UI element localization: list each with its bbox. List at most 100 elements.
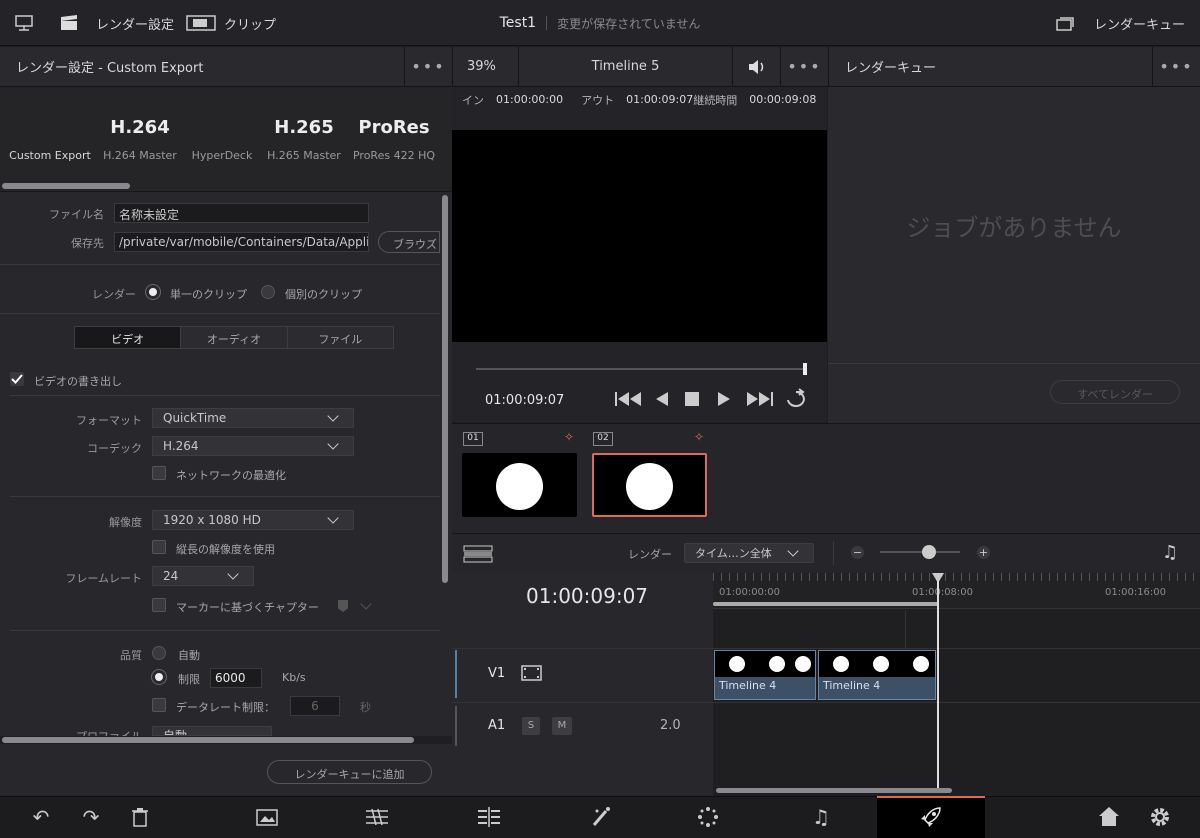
- tab-audio[interactable]: オーディオ: [180, 327, 287, 348]
- cut-page-icon[interactable]: [364, 807, 390, 827]
- skip-to-end-icon[interactable]: [744, 390, 774, 408]
- tab-file[interactable]: ファイル: [286, 327, 393, 348]
- clip-label: クリップ: [224, 17, 277, 33]
- loop-icon[interactable]: [784, 388, 810, 410]
- stop-icon[interactable]: [684, 391, 700, 407]
- location-input[interactable]: /private/var/mobile/Containers/Data/Appl…: [114, 232, 369, 252]
- undo-icon[interactable]: ↶: [24, 796, 58, 838]
- edit-page-icon[interactable]: [476, 806, 502, 828]
- home-icon[interactable]: [1097, 805, 1121, 827]
- timeline-render-label: レンダー: [628, 548, 672, 561]
- rocket-icon[interactable]: [918, 804, 944, 830]
- clip-thumbnail-01[interactable]: [462, 453, 577, 517]
- render-settings-header: レンダー設定 - Custom Export: [0, 47, 404, 87]
- resolution-dropdown[interactable]: 1920 x 1080 HD: [152, 510, 354, 530]
- datarate-input[interactable]: 6: [290, 696, 340, 716]
- color-page-icon[interactable]: [696, 805, 720, 829]
- single-clip-radio[interactable]: [146, 285, 160, 299]
- viewer-menu-button[interactable]: •••: [780, 47, 828, 87]
- browse-button[interactable]: ブラウズ: [378, 231, 440, 253]
- timeline-clip-1[interactable]: Timeline 4: [714, 650, 816, 700]
- track-a1-label: A1: [488, 718, 506, 733]
- render-range-dropdown[interactable]: タイム…ン全体: [684, 543, 814, 563]
- zoom-in-icon[interactable]: +: [977, 546, 990, 559]
- preset-h265[interactable]: H.265 H.265 Master: [264, 87, 344, 162]
- profile-dropdown[interactable]: 自動: [152, 726, 272, 736]
- settings-horizontal-scrollbar[interactable]: [2, 737, 414, 743]
- out-timecode: 01:00:09:07: [626, 93, 694, 106]
- sparkle-icon: ✧: [694, 430, 705, 444]
- codec-label: コーデック: [87, 442, 142, 455]
- individual-clips-label: 個別のクリップ: [285, 288, 362, 301]
- playhead-line: [937, 580, 939, 788]
- play-reverse-icon[interactable]: [654, 390, 670, 408]
- checkmark-icon: [11, 374, 23, 384]
- skip-to-start-icon[interactable]: [614, 390, 644, 408]
- timeline-horizontal-scrollbar[interactable]: [716, 788, 952, 793]
- datarate-unit: 秒: [360, 701, 371, 714]
- chapters-checkbox[interactable]: [152, 598, 166, 612]
- quality-auto-radio[interactable]: [152, 646, 166, 660]
- format-dropdown[interactable]: QuickTime: [152, 408, 354, 428]
- preset-prores[interactable]: ProRes ProRes 422 HQ: [352, 87, 436, 162]
- clip-thumbnail-02[interactable]: [592, 453, 707, 517]
- datarate-limit-checkbox[interactable]: [152, 698, 166, 712]
- framerate-label: フレームレート: [65, 572, 142, 585]
- scrubber-track[interactable]: [476, 368, 806, 370]
- zoom-slider-thumb[interactable]: [922, 545, 936, 559]
- add-to-render-queue-button[interactable]: レンダーキューに追加: [267, 760, 432, 784]
- bitrate-unit: Kb/s: [282, 671, 306, 684]
- zoom-slider[interactable]: [880, 551, 960, 553]
- film-icon[interactable]: [521, 665, 542, 681]
- music-note-icon[interactable]: ♫: [1162, 542, 1178, 563]
- timeline-clip-2[interactable]: Timeline 4: [818, 650, 936, 700]
- preset-scrollbar[interactable]: [2, 183, 130, 189]
- play-icon[interactable]: [716, 390, 732, 408]
- preset-custom-export[interactable]: Custom Export: [6, 87, 94, 162]
- viewer-layout-button[interactable]: [14, 0, 34, 46]
- bitrate-input[interactable]: 6000: [210, 668, 262, 688]
- vertical-resolution-checkbox[interactable]: [152, 540, 166, 554]
- fairlight-page-icon[interactable]: ♫: [804, 796, 838, 838]
- solo-button[interactable]: S: [522, 717, 540, 735]
- datarate-limit-label: データレート制限：: [176, 701, 275, 714]
- framerate-dropdown[interactable]: 24: [152, 566, 254, 586]
- scrubber-playhead[interactable]: [803, 363, 807, 375]
- network-optimize-checkbox[interactable]: [152, 466, 166, 480]
- timeline-timecode: 01:00:09:07: [526, 584, 649, 608]
- preset-hyperdeck[interactable]: HyperDeck: [186, 87, 258, 162]
- clip-toggle[interactable]: クリップ: [186, 0, 276, 46]
- settings-vertical-scrollbar[interactable]: [442, 195, 448, 583]
- zoom-out-icon[interactable]: −: [851, 546, 864, 559]
- media-page-icon[interactable]: [256, 807, 278, 827]
- format-label: フォーマット: [76, 414, 142, 427]
- queue-icon: [1056, 17, 1074, 31]
- mute-button[interactable]: M: [552, 717, 572, 735]
- timeline-view-icon[interactable]: [463, 545, 493, 563]
- trash-icon[interactable]: [131, 807, 149, 827]
- volume-button[interactable]: [732, 47, 780, 87]
- monitor-icon: [15, 15, 33, 31]
- quality-limit-radio[interactable]: [152, 670, 166, 684]
- timecode-bar: イン 01:00:00:00 アウト 01:00:09:07 継続時間 00:0…: [452, 87, 827, 112]
- gear-icon[interactable]: [1148, 805, 1172, 829]
- zoom-dropdown[interactable]: 39%: [452, 47, 518, 87]
- render-queue-toggle[interactable]: レンダーキュー: [1056, 0, 1185, 46]
- video-preview[interactable]: [452, 130, 827, 342]
- codec-dropdown[interactable]: H.264: [152, 436, 354, 456]
- render-settings-menu-button[interactable]: •••: [404, 47, 452, 87]
- render-settings-toggle[interactable]: レンダー設定: [60, 0, 174, 46]
- sparkle-icon: ✧: [564, 430, 575, 444]
- render-queue-menu-button[interactable]: •••: [1152, 47, 1200, 87]
- clapper-icon: [61, 15, 77, 30]
- tab-video[interactable]: ビデオ: [75, 327, 181, 348]
- render-range-bar[interactable]: [713, 602, 939, 606]
- preset-h264[interactable]: H.264 H.264 Master: [100, 87, 180, 162]
- timeline-dropdown[interactable]: Timeline 5: [518, 47, 732, 87]
- fusion-page-icon[interactable]: [590, 805, 614, 829]
- render-all-button[interactable]: すべてレンダー: [1050, 380, 1180, 404]
- export-video-checkbox[interactable]: [10, 372, 24, 386]
- filename-input[interactable]: 名称未設定: [114, 203, 369, 223]
- individual-clips-radio[interactable]: [261, 285, 275, 299]
- redo-icon[interactable]: ↷: [74, 796, 108, 838]
